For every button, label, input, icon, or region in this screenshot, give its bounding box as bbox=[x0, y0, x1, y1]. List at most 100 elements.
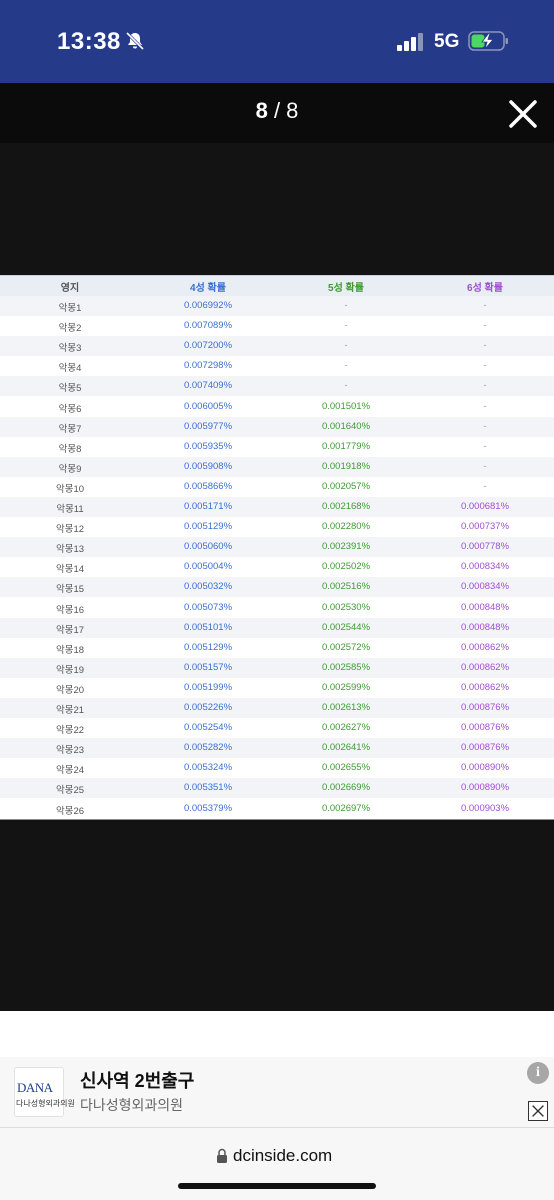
cell-6star: 0.000834% bbox=[460, 581, 510, 593]
cell-6star: 0.000681% bbox=[460, 501, 510, 512]
viewer-header: 8 / 8 bbox=[0, 83, 554, 143]
cell-6star: 0.000778% bbox=[460, 541, 510, 553]
cell-region: 악몽23 bbox=[55, 745, 85, 757]
ad-title[interactable]: 신사역 2번출구 bbox=[80, 1067, 194, 1093]
cell-4star: 0.005254% bbox=[183, 722, 233, 734]
table-row: 악몽6 0.006005% 0.001501% - bbox=[0, 396, 554, 417]
cell-5star: 0.002697% bbox=[321, 802, 371, 814]
table-row: 악몽22 0.005254% 0.002627% 0.000876% bbox=[0, 718, 554, 739]
table-row: 악몽24 0.005324% 0.002655% 0.000890% bbox=[0, 758, 554, 779]
cell-4star: 0.005199% bbox=[183, 681, 233, 693]
table-row: 악몽11 0.005171% 0.002168% 0.000681% bbox=[0, 497, 554, 517]
table-row: 악몽10 0.005866% 0.002057% - bbox=[0, 476, 554, 497]
cell-6star: - bbox=[483, 400, 487, 412]
cell-6star: - bbox=[483, 380, 487, 392]
info-icon[interactable]: i bbox=[527, 1062, 549, 1084]
table-row: 악몽13 0.005060% 0.002391% 0.000778% bbox=[0, 537, 554, 558]
table-row: 악몽9 0.005908% 0.001918% - bbox=[0, 456, 554, 477]
cell-5star: - bbox=[344, 380, 348, 392]
probability-table: 영지 4성 확률 5성 확률 6성 확률 악몽1 0.006992% - - 악몽2 0.… bbox=[0, 275, 554, 820]
cell-4star: 0.005129% bbox=[183, 521, 233, 533]
current-page: 8 bbox=[255, 98, 268, 123]
cell-region: 악몽11 bbox=[56, 504, 84, 515]
cell-5star: 0.002669% bbox=[321, 782, 371, 794]
cell-region: 악몽4 bbox=[58, 363, 82, 375]
cell-6star: - bbox=[483, 440, 487, 452]
cell-5star: 0.002572% bbox=[321, 641, 371, 653]
ad-subtitle: 다나성형외과의원 bbox=[80, 1097, 184, 1113]
home-indicator[interactable] bbox=[178, 1183, 376, 1189]
cell-4star: 0.005977% bbox=[183, 420, 233, 432]
cell-4star: 0.005935% bbox=[183, 440, 233, 452]
bell-slash-icon bbox=[125, 31, 145, 51]
cell-4star: 0.005101% bbox=[183, 621, 233, 633]
cell-5star: 0.002168% bbox=[321, 501, 371, 512]
table-row: 악몽5 0.007409% - - bbox=[0, 376, 554, 397]
table-row: 악몽21 0.005226% 0.002613% 0.000876% bbox=[0, 698, 554, 718]
cell-6star: 0.000848% bbox=[460, 621, 510, 633]
cell-5star: - bbox=[344, 320, 348, 332]
table-row: 악몽25 0.005351% 0.002669% 0.000890% bbox=[0, 778, 554, 799]
cell-4star: 0.005226% bbox=[183, 702, 233, 713]
table-row: 악몽16 0.005073% 0.002530% 0.000848% bbox=[0, 597, 554, 618]
cell-4star: 0.005171% bbox=[183, 501, 233, 512]
cell-region: 악몽19 bbox=[55, 664, 85, 676]
cell-region: 악몽14 bbox=[55, 564, 85, 576]
cell-6star: 0.000737% bbox=[460, 521, 510, 533]
ad-banner[interactable]: DANA 다나성형외과의원 신사역 2번출구 다나성형외과의원 i bbox=[0, 1057, 554, 1127]
cell-6star: 0.000862% bbox=[460, 661, 510, 673]
cell-region: 악몽20 bbox=[55, 684, 85, 696]
close-icon[interactable] bbox=[506, 97, 540, 131]
cell-4star: 0.005060% bbox=[183, 541, 233, 553]
cell-4star: 0.006005% bbox=[183, 400, 233, 412]
cell-5star: 0.002585% bbox=[321, 661, 371, 673]
table-row: 악몽8 0.005935% 0.001779% - bbox=[0, 436, 554, 457]
cell-6star: 0.000862% bbox=[460, 681, 510, 693]
ad-logo: DANA 다나성형외과의원 bbox=[14, 1067, 75, 1117]
cell-4star: 0.007409% bbox=[183, 380, 233, 392]
url-text[interactable]: dcinside.com bbox=[233, 1146, 332, 1166]
cell-4star: 0.005908% bbox=[183, 460, 233, 472]
cell-6star: 0.000848% bbox=[460, 601, 510, 613]
cell-4star: 0.005129% bbox=[183, 641, 233, 653]
table-row: 악몽12 0.005129% 0.002280% 0.000737% bbox=[0, 517, 554, 538]
cell-5star: 0.002599% bbox=[321, 681, 371, 693]
cell-5star: 0.002516% bbox=[321, 581, 371, 593]
cell-region: 악몽10 bbox=[55, 483, 85, 495]
cell-6star: - bbox=[483, 360, 487, 372]
page-counter: 8 / 8 bbox=[0, 98, 554, 124]
cell-5star: 0.002391% bbox=[321, 541, 371, 553]
status-time: 13:38 bbox=[57, 28, 121, 55]
cell-5star: 0.001779% bbox=[321, 440, 371, 452]
total-pages: 8 bbox=[286, 98, 299, 123]
header-6star: 6성 확률 bbox=[467, 283, 503, 294]
cell-6star: - bbox=[483, 420, 487, 432]
cell-4star: 0.006992% bbox=[183, 300, 233, 311]
cell-region: 악몽3 bbox=[58, 343, 82, 355]
table-row: 악몽14 0.005004% 0.002502% 0.000834% bbox=[0, 557, 554, 578]
status-bar: 13:38 5G bbox=[0, 0, 554, 83]
ad-close-icon[interactable] bbox=[528, 1101, 548, 1121]
cell-5star: 0.002655% bbox=[321, 762, 371, 774]
cell-5star: - bbox=[344, 300, 348, 311]
browser-url-bar[interactable]: dcinside.com bbox=[0, 1127, 554, 1200]
ad-logo-text: DANA bbox=[17, 1080, 53, 1095]
header-region: 영지 bbox=[60, 283, 80, 294]
cell-region: 악몽5 bbox=[58, 383, 82, 395]
table-header: 영지 4성 확률 5성 확률 6성 확률 bbox=[0, 275, 554, 296]
cell-4star: 0.005379% bbox=[183, 802, 233, 814]
cell-region: 악몽13 bbox=[55, 544, 85, 556]
cell-5star: 0.002502% bbox=[321, 561, 371, 573]
table-row: 악몽17 0.005101% 0.002544% 0.000848% bbox=[0, 617, 554, 638]
table-row: 악몽23 0.005282% 0.002641% 0.000876% bbox=[0, 738, 554, 759]
cell-5star: 0.002057% bbox=[321, 480, 371, 492]
network-type: 5G bbox=[434, 31, 460, 52]
header-4star: 4성 확률 bbox=[190, 283, 226, 294]
cell-6star: - bbox=[483, 300, 487, 311]
cell-6star: 0.000834% bbox=[460, 561, 510, 573]
cell-region: 악몽16 bbox=[55, 604, 85, 616]
cell-4star: 0.005324% bbox=[183, 762, 233, 774]
cell-region: 악몽8 bbox=[58, 443, 82, 455]
cell-region: 악몽17 bbox=[55, 624, 85, 636]
table-row: 악몽20 0.005199% 0.002599% 0.000862% bbox=[0, 677, 554, 698]
